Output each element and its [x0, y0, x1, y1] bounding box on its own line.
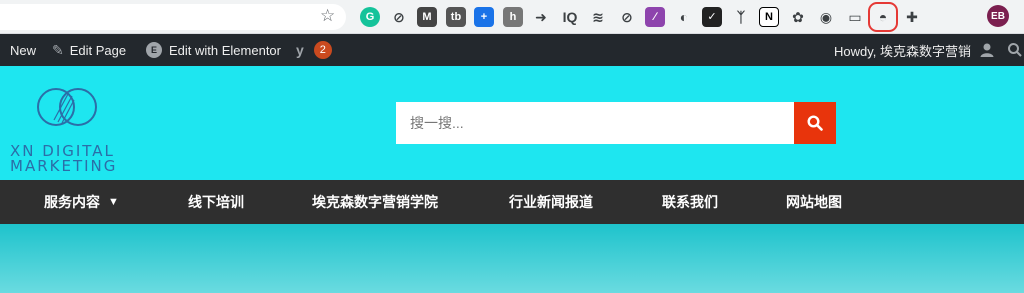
nav-item-label: 行业新闻报道 — [509, 194, 593, 210]
compass-icon[interactable]: ⊘ — [617, 7, 637, 27]
color-wheel-icon[interactable]: ◉ — [816, 7, 836, 27]
new-label: New — [10, 42, 37, 58]
nav-item-news[interactable]: 行业新闻报道 — [509, 180, 593, 224]
site-header: XN DIGITAL MARKETING 搜一搜... — [0, 66, 1024, 180]
feather-icon[interactable]: ∕ — [645, 7, 665, 27]
wp-admin-bar: New ✎ Edit Page E Edit with Elementor y … — [0, 34, 1024, 66]
hubspot-icon[interactable]: h — [503, 7, 523, 27]
site-search-button[interactable] — [794, 102, 836, 144]
yoast-icon: y — [296, 42, 304, 58]
link-icon[interactable]: ⊘ — [389, 7, 409, 27]
search-placeholder: 搜一搜... — [410, 115, 464, 131]
checkbox-icon[interactable]: ✓ — [702, 7, 722, 27]
main-nav: 服务内容 ▼ 线下培训 埃克森数字营销学院 行业新闻报道 联系我们 网站地图 — [0, 180, 1024, 224]
bookmark-star-icon[interactable]: ☆ — [320, 6, 335, 26]
plus-icon[interactable]: + — [474, 7, 494, 27]
nav-item-academy[interactable]: 埃克森数字营销学院 — [312, 180, 438, 224]
admin-edit-page-link[interactable]: ✎ Edit Page — [52, 34, 126, 66]
edit-page-label: Edit Page — [69, 42, 127, 58]
admin-elementor-link[interactable]: E Edit with Elementor — [146, 34, 281, 66]
profile-avatar[interactable]: EB — [987, 5, 1009, 27]
half-circle-icon[interactable]: ◐ — [674, 7, 694, 27]
admin-yoast-link[interactable]: y 2 — [296, 34, 332, 66]
nav-item-contact[interactable]: 联系我们 — [662, 180, 718, 224]
grammarly-icon[interactable]: G — [360, 7, 380, 27]
nav-item-label: 埃克森数字营销学院 — [312, 194, 438, 210]
nav-item-offline-training[interactable]: 线下培训 — [188, 180, 244, 224]
pencil-icon: ✎ — [52, 41, 64, 58]
pokeball-icon[interactable]: ◓ — [868, 2, 898, 32]
admin-new-link[interactable]: New — [10, 34, 36, 66]
logo-line-2: MARKETING — [10, 157, 118, 175]
site-search-input[interactable]: 搜一搜... — [396, 102, 794, 144]
address-bar[interactable] — [0, 4, 346, 30]
iq-icon[interactable]: IQ — [560, 7, 580, 27]
tb-icon[interactable]: tb — [446, 7, 466, 27]
site-logo[interactable]: XN DIGITAL MARKETING — [6, 80, 136, 174]
search-icon — [807, 115, 823, 131]
flower-icon[interactable]: ✿ — [788, 7, 808, 27]
nav-item-label: 服务内容 — [44, 194, 100, 210]
user-icon — [980, 43, 994, 57]
arrow-icon[interactable]: ➜ — [531, 7, 551, 27]
yoast-count-badge: 2 — [313, 41, 332, 59]
chevron-down-icon: ▼ — [108, 196, 119, 208]
elementor-label: Edit with Elementor — [169, 42, 281, 58]
nav-item-services[interactable]: 服务内容 ▼ — [44, 180, 119, 224]
browser-toolbar: ☆ G ⊘ Mtb + h ➜ IQ ≋ ⊘ ∕ ◐ ✓ ᛉ N ✿ ◉ ▭ ◓ ✚ EB — [0, 0, 1024, 34]
puzzle-icon[interactable]: ✚ — [902, 7, 922, 27]
howdy-label: Howdy, 埃克森数字营销 — [834, 43, 971, 59]
nav-item-sitemap[interactable]: 网站地图 — [786, 180, 842, 224]
nav-item-label: 联系我们 — [662, 194, 718, 210]
hero-banner — [0, 224, 1024, 293]
tree-icon[interactable]: ᛉ — [731, 7, 751, 27]
notion-icon[interactable]: N — [759, 7, 779, 27]
logo-mark-icon — [37, 88, 97, 126]
elementor-icon: E — [146, 42, 162, 58]
gmail-icon[interactable]: M — [417, 7, 437, 27]
tag-icon[interactable]: ▭ — [845, 7, 865, 27]
nav-item-label: 网站地图 — [786, 194, 842, 210]
buffer-icon[interactable]: ≋ — [588, 7, 608, 27]
logo-text: XN DIGITAL MARKETING — [10, 144, 117, 174]
search-icon — [1008, 43, 1022, 57]
admin-account-menu[interactable]: Howdy, 埃克森数字营销 — [834, 34, 995, 66]
admin-search-button[interactable] — [1008, 34, 1022, 66]
nav-item-label: 线下培训 — [188, 194, 244, 210]
